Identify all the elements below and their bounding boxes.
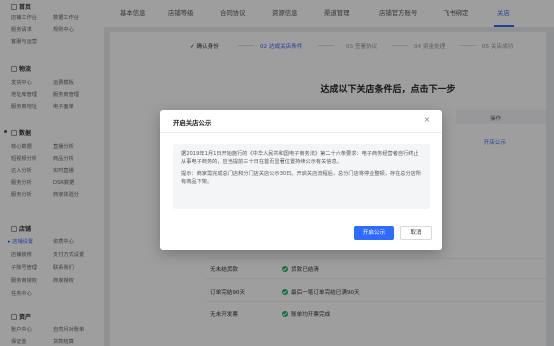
dialog-title: 开启关店公示 <box>173 119 212 127</box>
notice-tip: 提示：商家需完成总门店和分门店关店公示30日。开启关店流程后，总分门店将停业整顿… <box>181 170 422 186</box>
close-icon[interactable]: × <box>422 115 432 125</box>
open-notice-button[interactable]: 开启公示 <box>354 226 394 240</box>
dialog-divider <box>160 132 442 133</box>
notice-box: 据2019年1月1日开始施行的《中华人民共和国电子商务法》第二十六条要求：电子商… <box>173 144 430 209</box>
close-notice-dialog: 开启关店公示 × 据2019年1月1日开始施行的《中华人民共和国电子商务法》第二… <box>160 110 442 250</box>
cancel-button[interactable]: 取消 <box>400 226 432 240</box>
notice-paragraph: 据2019年1月1日开始施行的《中华人民共和国电子商务法》第二十六条要求：电子商… <box>181 151 419 166</box>
